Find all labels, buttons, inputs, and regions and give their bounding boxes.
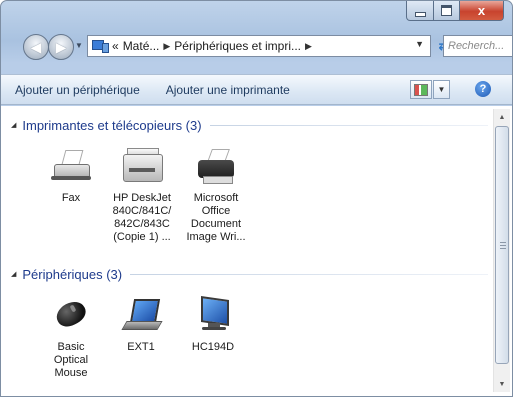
section-header-printers[interactable]: ◢ Imprimantes et télécopieurs (3) — [11, 115, 488, 135]
section-divider — [130, 273, 488, 275]
scroll-up-button[interactable]: ▲ — [494, 109, 510, 125]
minimize-icon — [414, 11, 426, 17]
laptop-icon — [120, 295, 163, 335]
device-item-mouse[interactable]: Basic Optical Mouse — [41, 295, 101, 380]
device-item-ext1[interactable]: EXT1 — [111, 295, 171, 354]
view-icon — [414, 83, 428, 96]
navigation-row: ◀ ▶ ▼ « Maté... ▶ Périphériques et impri… — [23, 34, 512, 62]
section-title: Imprimantes et télécopieurs (3) — [22, 117, 202, 133]
device-label: EXT1 — [127, 341, 155, 353]
forward-button[interactable]: ▶ — [48, 34, 74, 60]
command-bar: Ajouter un périphérique Ajouter une impr… — [1, 74, 512, 105]
device-label: HP DeskJet 840C/841C/ 842C/843C (Copie 1… — [112, 192, 172, 243]
device-item-fax[interactable]: Fax — [41, 146, 101, 205]
device-item-hp-deskjet[interactable]: HP DeskJet 840C/841C/ 842C/843C (Copie 1… — [111, 146, 173, 244]
view-options-dropdown[interactable]: ▼ — [433, 80, 450, 99]
breadcrumb-hardware[interactable]: Maté... — [123, 39, 160, 53]
caption-buttons: x — [406, 1, 504, 21]
minimize-button[interactable] — [406, 1, 434, 21]
scroll-down-button[interactable]: ▼ — [494, 376, 510, 392]
search-placeholder: Recherch... — [448, 40, 505, 52]
collapse-triangle-icon[interactable]: ◢ — [11, 270, 16, 278]
device-label: HC194D — [191, 341, 235, 353]
section-header-devices[interactable]: ◢ Périphériques (3) — [11, 264, 488, 284]
maximize-button[interactable] — [434, 1, 460, 21]
close-button[interactable]: x — [460, 1, 504, 21]
fax-icon — [50, 146, 92, 186]
device-label: Microsoft Office Document Image Wri... — [186, 192, 246, 243]
section-title: Périphériques (3) — [22, 266, 123, 282]
devices-folder-icon — [92, 40, 109, 53]
arrow-left-icon: ◀ — [30, 38, 42, 55]
device-label: Basic Optical Mouse — [53, 341, 89, 379]
monitor-icon — [192, 295, 234, 335]
help-icon: ? — [479, 83, 487, 95]
address-overflow[interactable]: « — [112, 39, 119, 53]
add-device-button[interactable]: Ajouter un périphérique — [15, 83, 140, 97]
vertical-scrollbar[interactable]: ▲ ▼ — [493, 109, 510, 392]
change-view-button[interactable] — [410, 80, 432, 99]
breadcrumb-chevron-icon[interactable]: ▶ — [163, 41, 170, 52]
arrow-right-icon: ▶ — [55, 38, 67, 55]
printer-icon — [195, 146, 237, 186]
search-input[interactable]: Recherch... — [443, 35, 512, 57]
breadcrumb-chevron-icon[interactable]: ▶ — [305, 41, 312, 52]
recent-pages-dropdown[interactable]: ▼ — [75, 41, 83, 50]
address-history-dropdown[interactable]: ▼ — [415, 39, 424, 49]
device-item-hc194d[interactable]: HC194D — [183, 295, 243, 354]
device-item-office-document-writer[interactable]: Microsoft Office Document Image Wri... — [183, 146, 249, 244]
add-printer-button[interactable]: Ajouter une imprimante — [166, 83, 290, 97]
back-button[interactable]: ◀ — [23, 34, 49, 60]
scroll-thumb[interactable] — [495, 126, 509, 364]
section-divider — [209, 124, 488, 126]
collapse-triangle-icon[interactable]: ◢ — [11, 121, 16, 129]
address-bar[interactable]: « Maté... ▶ Périphériques et impri... ▶ … — [87, 35, 431, 57]
device-label: Fax — [61, 192, 81, 204]
mouse-icon — [50, 295, 92, 335]
maximize-icon — [441, 5, 452, 16]
close-icon: x — [477, 3, 486, 18]
breadcrumb-devices-printers[interactable]: Périphériques et impri... — [174, 39, 301, 53]
printer-icon — [121, 146, 163, 186]
grip-icon — [500, 242, 506, 249]
help-button[interactable]: ? — [475, 81, 491, 97]
explorer-window: x ◀ ▶ ▼ « Maté... ▶ Périphériques et imp… — [0, 0, 513, 397]
content-pane: ◢ Imprimantes et télécopieurs (3) Fax HP… — [1, 106, 512, 396]
